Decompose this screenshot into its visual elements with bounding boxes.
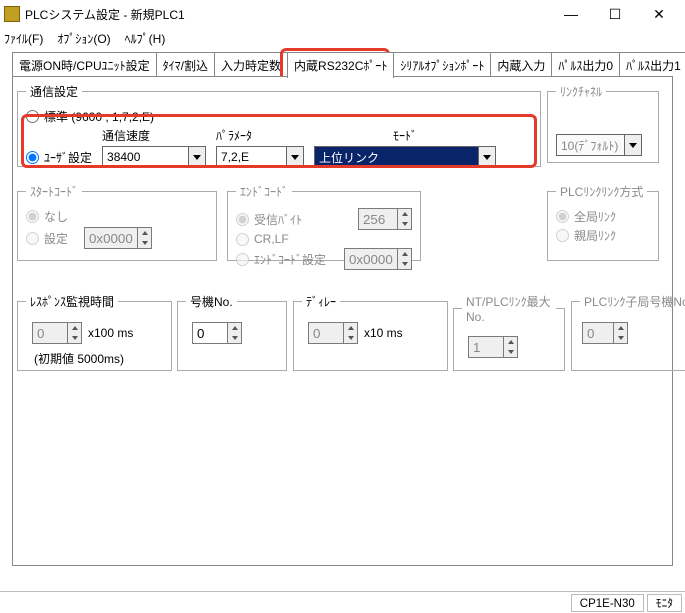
tab-pulse1[interactable]: ﾊﾟﾙｽ出力1: [619, 52, 685, 78]
group-nt-plc-max: NT/PLCﾘﾝｸ最大No.: [453, 293, 565, 371]
chevron-down-icon[interactable]: [188, 146, 206, 168]
group-comm-settings: 通信設定 標準 (9600 ; 1,7,2,E) ﾕｰｻﾞ設定 通信速度: [17, 83, 541, 167]
group-delay-legend: ﾃﾞｨﾚｰ: [302, 293, 340, 310]
tab-builtin-input[interactable]: 内蔵入力: [490, 52, 552, 78]
combo-param-input[interactable]: [216, 146, 286, 168]
menu-file[interactable]: ﾌｧｲﾙ(F): [4, 30, 43, 47]
label-mode: ﾓｰﾄﾞ: [314, 127, 496, 144]
chevron-up-icon[interactable]: [228, 323, 241, 333]
combo-speed[interactable]: [102, 146, 206, 168]
radio-user[interactable]: [26, 151, 39, 164]
group-start-code: ｽﾀｰﾄｺｰﾄﾞ なし 設定: [17, 183, 217, 261]
tab-power-cpu[interactable]: 電源ON時/CPUﾕﾆｯﾄ設定: [12, 52, 157, 78]
title-bar: PLCシステム設定 - 新規PLC1 — ☐ ✕: [0, 0, 685, 28]
tab-strip: 電源ON時/CPUﾕﾆｯﾄ設定 ﾀｲﾏ/割込 入力時定数 内蔵RS232Cﾎﾟｰ…: [12, 52, 673, 78]
label-master-link: 親局ﾘﾝｸ: [574, 227, 616, 244]
label-param: ﾊﾟﾗﾒｰﾀ: [216, 127, 304, 144]
status-mode: ﾓﾆﾀ: [647, 594, 682, 612]
label-speed: 通信速度: [102, 127, 206, 144]
menu-bar: ﾌｧｲﾙ(F) ｵﾌﾟｼｮﾝ(O) ﾍﾙﾌﾟ(H): [0, 28, 685, 48]
spin-unit-input[interactable]: [192, 322, 228, 344]
spin-delay-input: [308, 322, 344, 344]
tab-timer[interactable]: ﾀｲﾏ/割込: [156, 52, 215, 78]
group-end-legend: ｴﾝﾄﾞｺｰﾄﾞ: [236, 183, 292, 200]
chevron-down-icon: [624, 134, 642, 156]
combo-link-channel[interactable]: [556, 134, 650, 156]
group-end-code: ｴﾝﾄﾞｺｰﾄﾞ 受信ﾊﾞｲﾄ CR,LF ｴﾝﾄﾞｺｰﾄﾞ設定: [227, 183, 421, 261]
spin-plclinkno: [582, 322, 685, 344]
group-link-legend: ﾘﾝｸﾁｬﾈﾙ: [556, 83, 606, 100]
radio-master-link: [556, 229, 569, 242]
group-plc-link-slave-no: PLCﾘﾝｸ子局号機No.: [571, 293, 685, 371]
group-start-legend: ｽﾀｰﾄｺｰﾄﾞ: [26, 183, 82, 200]
spin-start-input: [84, 227, 138, 249]
chevron-down-icon[interactable]: [228, 333, 241, 343]
group-resp-legend: ﾚｽﾎﾟﾝｽ監視時間: [26, 293, 118, 310]
combo-mode-input[interactable]: [314, 146, 478, 168]
label-crlf: CR,LF: [254, 232, 289, 246]
tab-pulse0[interactable]: ﾊﾟﾙｽ出力0: [551, 52, 620, 78]
status-model: CP1E-N30: [571, 594, 644, 612]
window-title: PLCシステム設定 - 新規PLC1: [25, 6, 549, 23]
group-plclink-legend: PLCﾘﾝｸﾘﾝｸ方式: [556, 183, 647, 200]
label-all-link: 全局ﾘﾝｸ: [574, 208, 616, 225]
label-user: ﾕｰｻﾞ設定: [44, 149, 92, 166]
combo-mode[interactable]: [314, 146, 496, 168]
chevron-down-icon[interactable]: [478, 146, 496, 168]
combo-param[interactable]: [216, 146, 304, 168]
label-resp-default: (初期値 5000ms): [34, 350, 163, 367]
group-unit-no: 号機No.: [177, 293, 287, 371]
close-button[interactable]: ✕: [637, 2, 681, 26]
group-link-channel: ﾘﾝｸﾁｬﾈﾙ: [547, 83, 659, 163]
spin-resp-input: [32, 322, 68, 344]
combo-speed-input[interactable]: [102, 146, 188, 168]
spin-delay: [308, 322, 358, 344]
label-delay-unit: x10 ms: [364, 326, 403, 340]
label-standard: 標準 (9600 ; 1,7,2,E): [44, 108, 154, 125]
spin-resp: [32, 322, 82, 344]
spin-plclinkno-input: [582, 322, 614, 344]
label-resp-unit: x100 ms: [88, 326, 133, 340]
combo-link-channel-input: [556, 134, 624, 156]
maximize-button[interactable]: ☐: [593, 2, 637, 26]
group-response-timeout: ﾚｽﾎﾟﾝｽ監視時間 x100 ms (初期値 5000ms): [17, 293, 172, 371]
radio-all-link: [556, 210, 569, 223]
spin-end-set: [344, 248, 412, 270]
spin-nt-input: [468, 336, 504, 358]
group-delay: ﾃﾞｨﾚｰ x10 ms: [293, 293, 448, 371]
radio-start-set: [26, 232, 39, 245]
app-icon: [4, 6, 20, 22]
group-comm-legend: 通信設定: [26, 83, 82, 100]
radio-standard[interactable]: [26, 110, 39, 123]
radio-recv-byte: [236, 213, 249, 226]
menu-help[interactable]: ﾍﾙﾌﾟ(H): [125, 30, 166, 47]
group-plclinkno-legend: PLCﾘﾝｸ子局号機No.: [580, 293, 685, 310]
tab-input-const[interactable]: 入力時定数: [214, 52, 288, 78]
radio-end-set: [236, 253, 249, 266]
group-nt-legend: NT/PLCﾘﾝｸ最大No.: [462, 293, 556, 324]
spin-recv-byte: [358, 208, 412, 230]
radio-start-none: [26, 210, 39, 223]
label-end-set: ｴﾝﾄﾞｺｰﾄﾞ設定: [254, 251, 326, 268]
minimize-button[interactable]: —: [549, 2, 593, 26]
spin-nt: [468, 336, 556, 358]
status-bar: CP1E-N30 ﾓﾆﾀ: [0, 591, 685, 613]
spin-start-value: [84, 227, 152, 249]
tab-panel: 通信設定 標準 (9600 ; 1,7,2,E) ﾕｰｻﾞ設定 通信速度: [12, 76, 673, 566]
tab-rs232c[interactable]: 内蔵RS232Cﾎﾟｰﾄ: [287, 52, 394, 78]
menu-option[interactable]: ｵﾌﾟｼｮﾝ(O): [57, 30, 110, 47]
spin-recv-input: [358, 208, 398, 230]
label-start-set: 設定: [44, 230, 68, 247]
group-unit-legend: 号機No.: [186, 293, 237, 310]
tab-serial-option[interactable]: ｼﾘｱﾙｵﾌﾟｼｮﾝﾎﾟｰﾄ: [393, 52, 491, 78]
label-recv-byte: 受信ﾊﾞｲﾄ: [254, 211, 302, 228]
spin-unit[interactable]: [192, 322, 278, 344]
spin-end-input: [344, 248, 398, 270]
group-plc-link-method: PLCﾘﾝｸﾘﾝｸ方式 全局ﾘﾝｸ 親局ﾘﾝｸ: [547, 183, 659, 261]
label-start-none: なし: [44, 208, 68, 225]
radio-crlf: [236, 233, 249, 246]
chevron-down-icon[interactable]: [286, 146, 304, 168]
